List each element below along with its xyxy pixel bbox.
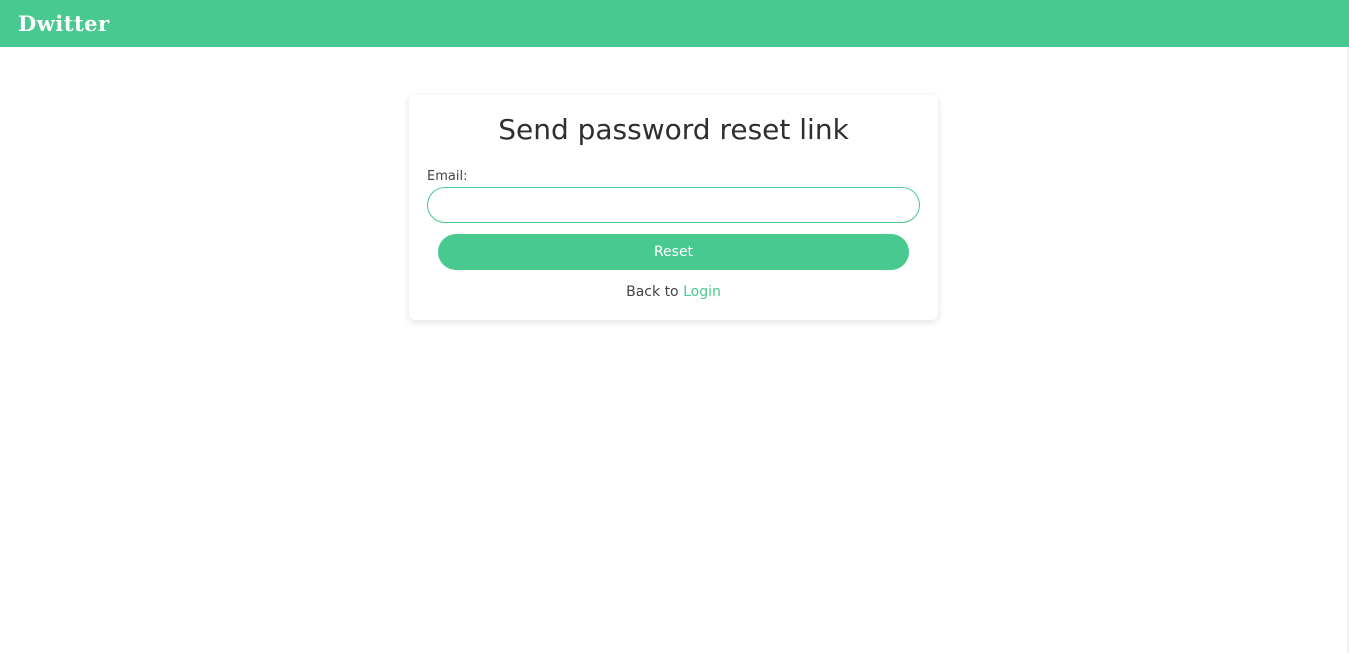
top-nav-bar: Dwitter: [0, 0, 1349, 47]
reset-button[interactable]: Reset: [438, 234, 909, 270]
email-field[interactable]: [427, 187, 920, 223]
reset-password-card: Send password reset link Email: Reset Ba…: [409, 95, 938, 320]
login-link[interactable]: Login: [683, 284, 721, 300]
email-label: Email:: [427, 169, 468, 184]
back-to-login-row: Back to Login: [409, 283, 938, 301]
app-logo[interactable]: Dwitter: [18, 13, 110, 34]
back-to-text: Back to: [626, 284, 679, 300]
page-title: Send password reset link: [498, 113, 849, 146]
